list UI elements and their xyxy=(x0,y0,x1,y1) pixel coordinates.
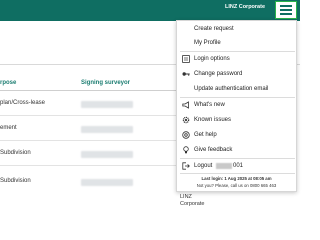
redacted-surveyor xyxy=(81,151,133,158)
logout-username-suffix: 001 xyxy=(233,163,244,169)
menu-item-logout[interactable]: Logout 001 xyxy=(177,161,296,171)
menu-item-my-profile[interactable]: My Profile xyxy=(177,38,296,48)
user-menu-dropdown: Create request My Profile Login options … xyxy=(176,20,297,192)
menu-item-get-help[interactable]: Get help xyxy=(177,130,296,140)
menu-item-give-feedback[interactable]: Give feedback xyxy=(177,145,296,155)
purpose-cell: Subdivision xyxy=(0,178,31,184)
purpose-cell: plan/Cross-lease xyxy=(0,100,46,106)
corporate-name: LINZ Corporate xyxy=(224,4,265,10)
purpose-cell: ement xyxy=(0,125,17,131)
redacted-username xyxy=(216,163,232,169)
table-row[interactable]: plan/Cross-lease xyxy=(0,91,180,116)
not-you-text: Not you? Please, call us on 0800 665 463 xyxy=(196,183,277,188)
redacted-surveyor xyxy=(81,126,133,133)
key-icon xyxy=(182,70,190,78)
table-row[interactable]: ement xyxy=(0,116,180,141)
menu-item-change-password[interactable]: Change password xyxy=(177,69,296,79)
megaphone-icon xyxy=(182,101,190,109)
last-login-text: Last login: 1 Aug 2025 at 08:05 am xyxy=(201,176,272,181)
column-header-signing-surveyor[interactable]: Signing surveyor xyxy=(81,80,130,86)
table-row[interactable]: Subdivision xyxy=(0,166,180,191)
top-bar: LINZ Corporate xyxy=(0,0,300,21)
login-options-icon xyxy=(182,55,190,63)
gear-icon xyxy=(182,116,190,124)
lightbulb-icon xyxy=(182,146,190,154)
table-row[interactable]: Subdivision xyxy=(0,141,180,166)
menu-button[interactable] xyxy=(275,1,297,19)
redacted-surveyor xyxy=(81,179,133,186)
hamburger-icon xyxy=(280,5,292,7)
background-linz-label: LINZ xyxy=(180,194,192,200)
redacted-surveyor xyxy=(81,101,133,108)
purpose-cell: Subdivision xyxy=(0,150,31,156)
menu-divider xyxy=(180,97,295,98)
menu-divider xyxy=(180,173,295,174)
menu-divider xyxy=(180,158,295,159)
menu-item-login-options[interactable]: Login options xyxy=(177,54,296,64)
menu-item-create-request[interactable]: Create request xyxy=(177,24,296,34)
column-header-purpose[interactable]: rpose xyxy=(0,80,16,86)
menu-item-known-issues[interactable]: Known issues xyxy=(177,115,296,125)
menu-item-update-authentication-email[interactable]: Update authentication email xyxy=(177,84,296,94)
menu-item-whats-new[interactable]: What's new xyxy=(177,100,296,110)
menu-divider xyxy=(180,51,295,52)
help-icon xyxy=(182,131,190,139)
background-corporate-label: Corporate xyxy=(180,201,205,207)
logout-icon xyxy=(182,162,190,170)
